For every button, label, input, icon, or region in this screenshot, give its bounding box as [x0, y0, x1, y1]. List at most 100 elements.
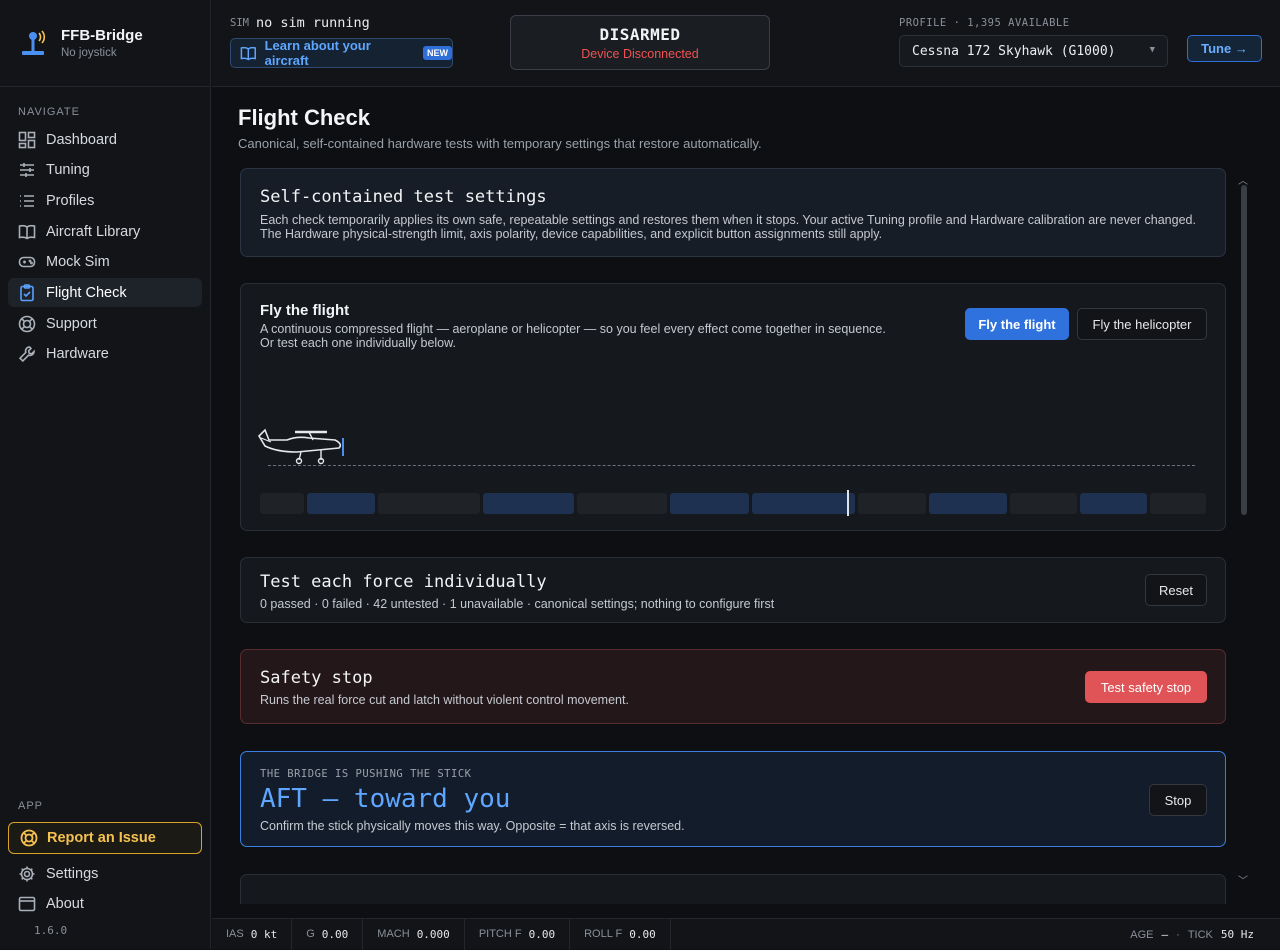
flight-timeline[interactable] [260, 493, 1206, 514]
metric-roll-force: ROLL F 0.00 [570, 918, 671, 950]
card-title: Safety stop [260, 668, 373, 688]
separator-dot: · [1176, 928, 1180, 941]
metric-value: 0.00 [321, 927, 349, 941]
card-title: Test each force individually [260, 572, 547, 592]
metric-value: 0.00 [528, 927, 556, 941]
test-safety-stop-button[interactable]: Test safety stop [1085, 671, 1207, 703]
joystick-logo-icon [22, 30, 46, 55]
report-issue-button[interactable]: Report an Issue [8, 822, 202, 854]
brand: FFB-Bridge No joystick [0, 0, 210, 87]
next-card [240, 874, 1226, 904]
page-title: Flight Check [238, 105, 371, 130]
metric-label: ROLL F [584, 928, 623, 940]
timeline-playhead[interactable] [847, 490, 849, 516]
window-icon [18, 896, 36, 911]
gamepad-icon [18, 256, 36, 267]
sidebar-item-profiles[interactable]: Profiles [8, 186, 202, 215]
metric-value: 0 kt [250, 927, 278, 941]
wrench-icon [18, 345, 35, 362]
telemetry-bar: IAS 0 kt G 0.00 MACH 0.000 PITCH F 0.00 … [212, 918, 1280, 950]
metric-value: 0.00 [629, 927, 656, 941]
book-icon [18, 224, 36, 239]
timeline-segment [378, 493, 480, 514]
sidebar-item-label: Mock Sim [46, 253, 110, 270]
metric-g: G 0.00 [292, 918, 364, 950]
lifebuoy-icon [20, 829, 38, 847]
tune-button[interactable]: Tune → [1187, 35, 1262, 62]
app-name: FFB-Bridge [61, 27, 143, 44]
test-settings-card: Self-contained test settings Each check … [240, 168, 1226, 257]
pushing-stick-card: THE BRIDGE IS PUSHING THE STICK AFT — to… [240, 751, 1226, 847]
app-section-label: APP [18, 800, 44, 812]
card-description: Confirm the stick physically moves this … [260, 819, 685, 833]
profile-select[interactable]: Cessna 172 Skyhawk (G1000) ▼ [899, 35, 1168, 67]
sidebar-item-label: Settings [46, 865, 99, 882]
timeline-segment [1010, 493, 1077, 514]
timeline-segment [577, 493, 667, 514]
metric-mach: MACH 0.000 [363, 918, 465, 950]
new-badge: NEW [423, 46, 452, 60]
sidebar-item-support[interactable]: Support [8, 309, 202, 338]
nav-section-label: NAVIGATE [18, 106, 80, 118]
sim-label: SIM [230, 17, 249, 29]
card-title: Self-contained test settings [260, 187, 547, 207]
runway-line [268, 465, 1195, 466]
timeline-segment [752, 493, 855, 514]
scrollbar-thumb[interactable] [1241, 185, 1247, 515]
sidebar-item-tuning[interactable]: Tuning [8, 155, 202, 184]
timeline-segment [1080, 493, 1147, 514]
reset-button[interactable]: Reset [1145, 574, 1207, 606]
metric-label: IAS [226, 928, 244, 940]
tick-label: TICK [1187, 928, 1213, 941]
dashboard-icon [18, 131, 36, 148]
sidebar-item-label: Tuning [46, 161, 90, 178]
timeline-segment [307, 493, 375, 514]
sidebar-item-settings[interactable]: Settings [8, 859, 202, 888]
metric-label: MACH [377, 928, 410, 940]
metric-pitch-force: PITCH F 0.00 [465, 918, 571, 950]
chevron-down-icon: ▼ [1149, 45, 1155, 55]
gear-icon [19, 866, 35, 881]
lifebuoy-icon [18, 315, 36, 332]
joystick-status: No joystick [61, 47, 117, 59]
timeline-segment [483, 493, 574, 514]
sidebar-item-hardware[interactable]: Hardware [8, 339, 202, 368]
sidebar-item-flight-check[interactable]: Flight Check [8, 278, 202, 307]
profile-label: PROFILE · 1,395 AVAILABLE [899, 17, 1070, 29]
sidebar-item-label: Profiles [46, 192, 95, 209]
scroll-down-icon[interactable]: ﹀ [1238, 872, 1248, 887]
top-bar: SIM no sim running Learn about your airc… [212, 0, 1280, 87]
fly-helicopter-button[interactable]: Fly the helicopter [1077, 308, 1207, 340]
timeline-segment [929, 493, 1007, 514]
clipboard-check-icon [20, 283, 34, 301]
learn-aircraft-label: Learn about your aircraft [264, 38, 371, 68]
report-issue-label: Report an Issue [47, 830, 156, 846]
metric-label: G [306, 928, 315, 940]
device-status: Device Disconnected [581, 47, 699, 61]
book-icon [240, 46, 256, 60]
age-label: AGE [1130, 928, 1154, 941]
sidebar-item-label: About [46, 895, 84, 912]
tick-value: 50 Hz [1220, 928, 1254, 941]
age-value: — [1161, 928, 1169, 941]
sidebar-item-about[interactable]: About [8, 889, 202, 918]
telemetry-status: AGE — · TICK 50 Hz [1130, 919, 1254, 950]
individual-forces-card: Test each force individually 0 passed · … [240, 557, 1226, 623]
metric-label: PITCH F [478, 928, 522, 940]
card-description: Runs the real force cut and latch withou… [260, 693, 629, 707]
sidebar-item-label: Aircraft Library [46, 223, 141, 240]
sidebar-item-dashboard[interactable]: Dashboard [8, 125, 202, 154]
push-direction: AFT — toward you [260, 784, 511, 814]
sidebar-item-aircraft-library[interactable]: Aircraft Library [8, 217, 202, 246]
airplane-icon [257, 428, 344, 465]
sidebar-item-label: Dashboard [46, 131, 117, 148]
learn-aircraft-button[interactable]: Learn about your aircraft NEW [230, 38, 453, 68]
sidebar-item-mock-sim[interactable]: Mock Sim [8, 247, 202, 276]
fly-the-flight-card: Fly the flight A continuous compressed f… [240, 283, 1226, 531]
test-summary: 0 passed · 0 failed · 42 untested · 1 un… [260, 597, 775, 611]
fly-flight-button[interactable]: Fly the flight [965, 308, 1069, 340]
safety-stop-card: Safety stop Runs the real force cut and … [240, 649, 1226, 724]
page-subtitle: Canonical, self-contained hardware tests… [238, 136, 762, 151]
timeline-segment [260, 493, 304, 514]
stop-button[interactable]: Stop [1149, 784, 1207, 816]
